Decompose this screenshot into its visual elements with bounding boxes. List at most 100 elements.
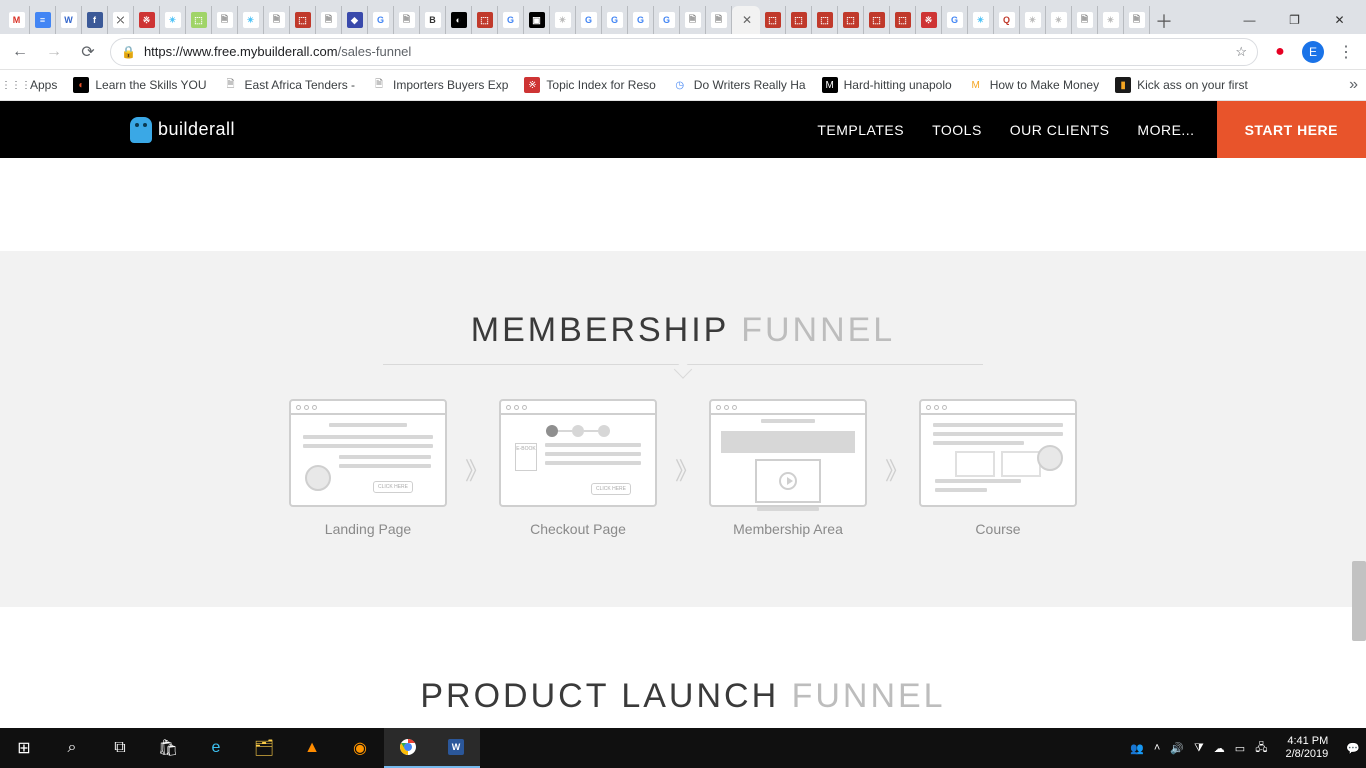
- close-tab-icon[interactable]: ✕: [742, 13, 752, 27]
- firefox-icon[interactable]: ◉: [336, 728, 384, 768]
- bookmark-label: Topic Index for Reso: [546, 78, 655, 92]
- tab[interactable]: ※: [134, 6, 160, 34]
- nav-more[interactable]: MORE...: [1123, 101, 1208, 158]
- nav-tools[interactable]: TOOLS: [918, 101, 996, 158]
- tab[interactable]: ⬚: [290, 6, 316, 34]
- tab[interactable]: ✴: [1046, 6, 1072, 34]
- tab[interactable]: ✴: [1098, 6, 1124, 34]
- tab-active[interactable]: ✕: [732, 6, 760, 34]
- brand-name: builderall: [158, 119, 235, 140]
- tab[interactable]: ⬚: [786, 6, 812, 34]
- nav-templates[interactable]: TEMPLATES: [803, 101, 918, 158]
- tab[interactable]: ⬚: [890, 6, 916, 34]
- reload-button[interactable]: ⟳: [76, 40, 100, 64]
- tab[interactable]: ✴: [968, 6, 994, 34]
- tab[interactable]: G: [602, 6, 628, 34]
- tab[interactable]: ▣: [524, 6, 550, 34]
- task-view-icon[interactable]: ⧉: [96, 728, 144, 768]
- tab[interactable]: B: [420, 6, 446, 34]
- tab[interactable]: ◐: [446, 6, 472, 34]
- tab[interactable]: ⤫: [108, 6, 134, 34]
- bookmark-item[interactable]: ▮Kick ass on your first: [1115, 77, 1248, 93]
- tab[interactable]: ⬚: [186, 6, 212, 34]
- start-button[interactable]: ⊞: [0, 728, 48, 768]
- bookmark-item[interactable]: 🗎Importers Buyers Exp: [371, 77, 508, 93]
- tab[interactable]: ⬚: [760, 6, 786, 34]
- tab[interactable]: ✴: [1020, 6, 1046, 34]
- tab[interactable]: ✴: [238, 6, 264, 34]
- tab[interactable]: 🗎: [212, 6, 238, 34]
- tab[interactable]: 🗎: [264, 6, 290, 34]
- chrome-icon[interactable]: [384, 728, 432, 768]
- search-icon[interactable]: ⌕: [48, 728, 96, 768]
- tab[interactable]: 🗎: [706, 6, 732, 34]
- taskbar-clock[interactable]: 4:41 PM 2/8/2019: [1277, 735, 1336, 761]
- action-center-icon[interactable]: 💬: [1346, 742, 1360, 755]
- pinterest-icon[interactable]: ●: [1268, 40, 1292, 64]
- word-icon[interactable]: W: [432, 728, 480, 768]
- membership-funnel-section: MEMBERSHIP FUNNEL CLICK HERE Landing Pag…: [0, 251, 1366, 607]
- bookmark-item[interactable]: ◷Do Writers Really Ha: [672, 77, 806, 93]
- tab[interactable]: ⬚: [812, 6, 838, 34]
- nav-our-clients[interactable]: OUR CLIENTS: [996, 101, 1124, 158]
- bookmarks-overflow-icon[interactable]: »: [1349, 76, 1358, 94]
- window-minimize-button[interactable]: —: [1227, 6, 1272, 34]
- brand-logo[interactable]: builderall: [130, 117, 235, 143]
- tab[interactable]: Q: [994, 6, 1020, 34]
- tab[interactable]: W: [56, 6, 82, 34]
- tab[interactable]: 🗎: [1124, 6, 1150, 34]
- people-icon[interactable]: 👥: [1130, 742, 1144, 755]
- star-icon[interactable]: ☆: [1235, 44, 1247, 60]
- tab[interactable]: G: [368, 6, 394, 34]
- onedrive-icon[interactable]: ☁: [1214, 742, 1225, 755]
- file-explorer-icon[interactable]: 🗂: [240, 728, 288, 768]
- edge-icon[interactable]: e: [192, 728, 240, 768]
- tray-chevron-icon[interactable]: ˄: [1154, 742, 1160, 754]
- nav-start-here-button[interactable]: START HERE: [1217, 101, 1366, 158]
- network-icon[interactable]: 🖧: [1255, 739, 1267, 758]
- url-input[interactable]: 🔒 https://www.free.mybuilderall.com/sale…: [110, 38, 1258, 66]
- tab[interactable]: 🗎: [316, 6, 342, 34]
- clock-time: 4:41 PM: [1285, 735, 1328, 748]
- store-icon[interactable]: 🛍: [144, 728, 192, 768]
- bookmark-item[interactable]: 🗎East Africa Tenders -: [223, 77, 356, 93]
- tab[interactable]: G: [654, 6, 680, 34]
- bookmark-item[interactable]: MHard-hitting unapolo: [822, 77, 952, 93]
- bookmark-item[interactable]: ◐Learn the Skills YOU: [73, 77, 206, 93]
- battery-icon[interactable]: ▭: [1235, 742, 1245, 755]
- tab[interactable]: ※: [916, 6, 942, 34]
- tab[interactable]: M: [4, 6, 30, 34]
- lock-icon: 🔒: [121, 45, 136, 59]
- tab[interactable]: ✴: [550, 6, 576, 34]
- new-tab-button[interactable]: ＋: [1150, 8, 1178, 34]
- tab[interactable]: f: [82, 6, 108, 34]
- bookmark-item[interactable]: ⋮⋮⋮Apps: [8, 77, 57, 93]
- tab[interactable]: ⬚: [838, 6, 864, 34]
- tab[interactable]: ⬚: [864, 6, 890, 34]
- window-close-button[interactable]: ✕: [1317, 6, 1362, 34]
- tab[interactable]: 🗎: [1072, 6, 1098, 34]
- bookmark-label: Learn the Skills YOU: [95, 78, 206, 92]
- bookmark-item[interactable]: ※Topic Index for Reso: [524, 77, 655, 93]
- volume-icon[interactable]: 🔊: [1170, 742, 1184, 755]
- chevron-right-icon: 》: [465, 451, 481, 486]
- back-button[interactable]: ←: [8, 40, 32, 64]
- bookmark-item[interactable]: MHow to Make Money: [968, 77, 1099, 93]
- tab[interactable]: ≡: [30, 6, 56, 34]
- tab[interactable]: ◆: [342, 6, 368, 34]
- tab[interactable]: ✴: [160, 6, 186, 34]
- vlc-icon[interactable]: ▲: [288, 728, 336, 768]
- chevron-right-icon: 》: [885, 451, 901, 486]
- profile-avatar[interactable]: E: [1302, 41, 1324, 63]
- tab[interactable]: G: [498, 6, 524, 34]
- tab[interactable]: 🗎: [680, 6, 706, 34]
- tab[interactable]: ⬚: [472, 6, 498, 34]
- window-maximize-button[interactable]: ❐: [1272, 6, 1317, 34]
- tab[interactable]: G: [942, 6, 968, 34]
- tab[interactable]: G: [628, 6, 654, 34]
- chrome-menu-button[interactable]: ⋮: [1334, 40, 1358, 64]
- scrollbar-thumb[interactable]: [1352, 561, 1366, 641]
- tab[interactable]: 🗎: [394, 6, 420, 34]
- dropbox-icon[interactable]: ⧩: [1194, 742, 1204, 755]
- tab[interactable]: G: [576, 6, 602, 34]
